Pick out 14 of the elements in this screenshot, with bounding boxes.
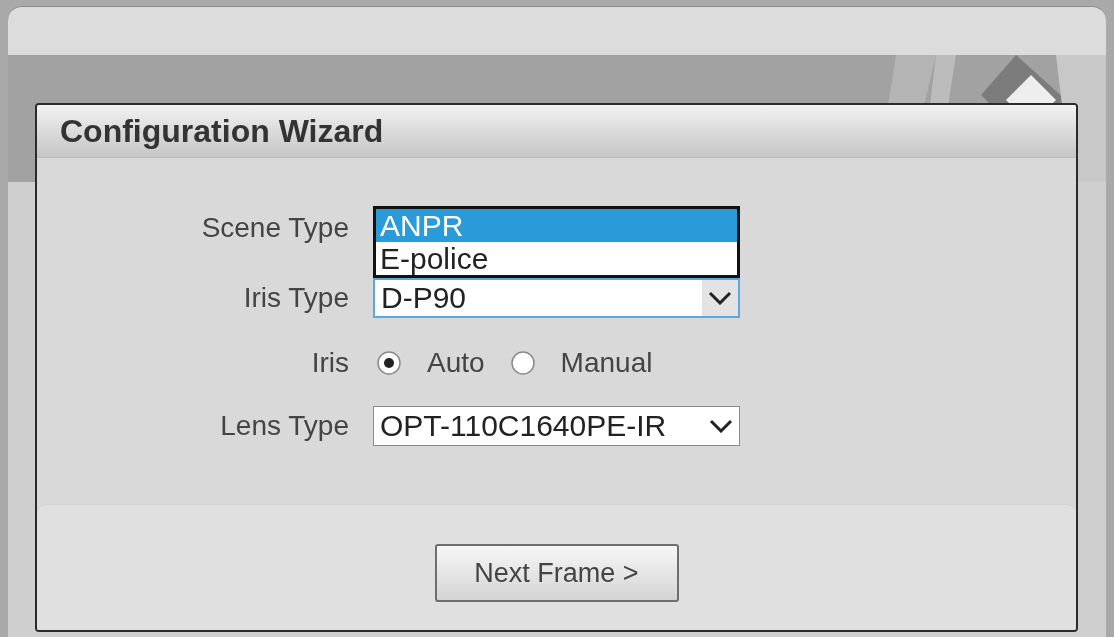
field-label: Iris [310,349,349,377]
radio-label: Manual [560,349,653,377]
field-label: Iris Type [242,284,349,312]
radio-label: Auto [427,349,485,377]
field-label: Lens Type [219,412,349,440]
radio-button[interactable] [510,351,535,375]
field-label: Scene Type [200,214,349,242]
dropdown-field[interactable]: D-P90 [373,278,740,318]
radio-button[interactable] [377,351,401,375]
chevron-down-icon [708,291,732,305]
chevron-down-icon [709,419,733,433]
dropdown-field[interactable]: OPT-110C1640PE-IR [373,406,740,446]
dialog-title: Configuration Wizard [60,115,384,147]
next-frame-button[interactable]: Next Frame > [434,544,679,602]
